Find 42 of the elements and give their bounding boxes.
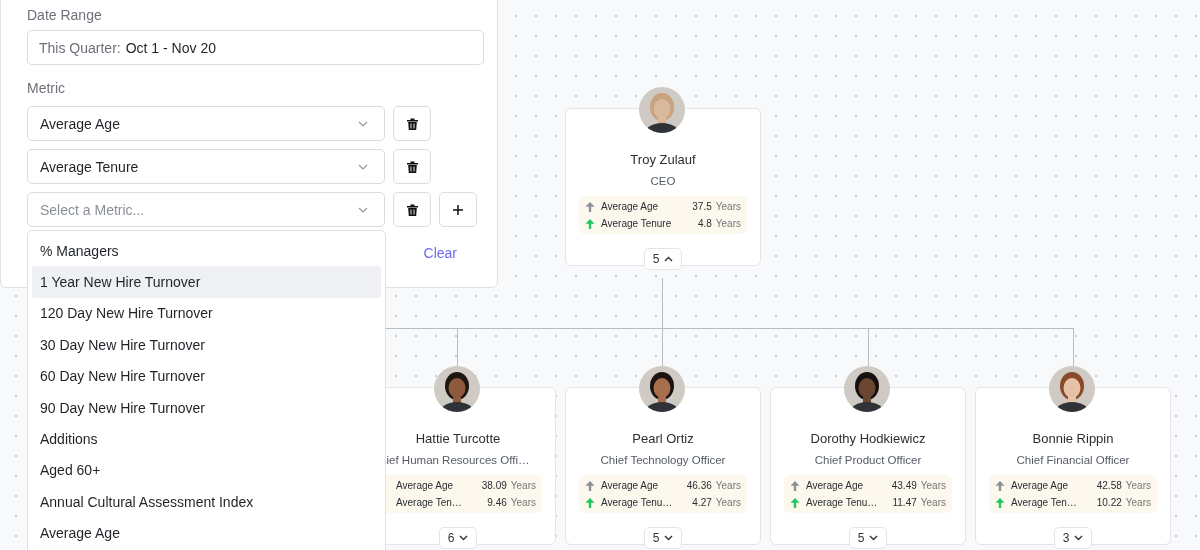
metric-value: 42.58 <box>1096 480 1122 491</box>
field-label: Date Range <box>27 7 103 25</box>
job-title: CEO <box>650 175 676 187</box>
job-title: Chief Financial Officer <box>1016 454 1130 466</box>
metric-value: 46.36 <box>686 480 712 491</box>
field-label: Metric <box>27 80 67 98</box>
metric-value: 38.09 <box>481 480 507 491</box>
metric-value: 4.27 <box>692 497 712 508</box>
person-name: Hattie Turcotte <box>415 431 501 446</box>
metric-unit: Years <box>510 480 536 491</box>
metric-value: 10.22 <box>1096 497 1122 508</box>
metric-unit: Years <box>920 480 946 491</box>
metric-label: Average Age <box>396 480 455 491</box>
metric-value: 43.49 <box>891 480 917 491</box>
metric-label: Average Tenu… <box>806 497 879 508</box>
metric-unit: Years <box>920 497 946 508</box>
metric-unit: Years <box>510 497 536 508</box>
metric-unit: Years <box>715 480 741 491</box>
metric-value: 4.8 <box>697 218 712 229</box>
metric-label: Average Age <box>806 480 865 491</box>
metric-value: 37.5 <box>692 201 712 212</box>
person-name: Pearl Ortiz <box>632 431 694 446</box>
metric-unit: Years <box>715 497 741 508</box>
metric-value: 11.47 <box>892 497 917 508</box>
job-title: Chief Product Officer <box>814 454 922 466</box>
metric-unit: Years <box>715 201 741 212</box>
metric-label: Average Age <box>601 480 660 491</box>
job-title: ief Human Resources Offi… <box>386 454 530 466</box>
metric-label: Average Tenu… <box>601 497 674 508</box>
person-name: Dorothy Hodkiewicz <box>810 431 926 446</box>
metric-unit: Years <box>1125 497 1151 508</box>
metric-label: Average Ten… <box>1011 497 1078 508</box>
metric-label: Average Age <box>1011 480 1070 491</box>
job-title: Chief Technology Officer <box>600 454 726 466</box>
metric-value: 9.46 <box>487 497 507 508</box>
metric-unit: Years <box>1125 480 1151 491</box>
metric-label: Average Tenure <box>601 218 673 229</box>
person-name: Bonnie Rippin <box>1032 431 1114 446</box>
metric-label: Average Age <box>601 201 660 212</box>
metric-unit: Years <box>715 218 741 229</box>
metric-label: Average Ten… <box>396 497 463 508</box>
person-name: Troy Zulauf <box>630 152 696 167</box>
